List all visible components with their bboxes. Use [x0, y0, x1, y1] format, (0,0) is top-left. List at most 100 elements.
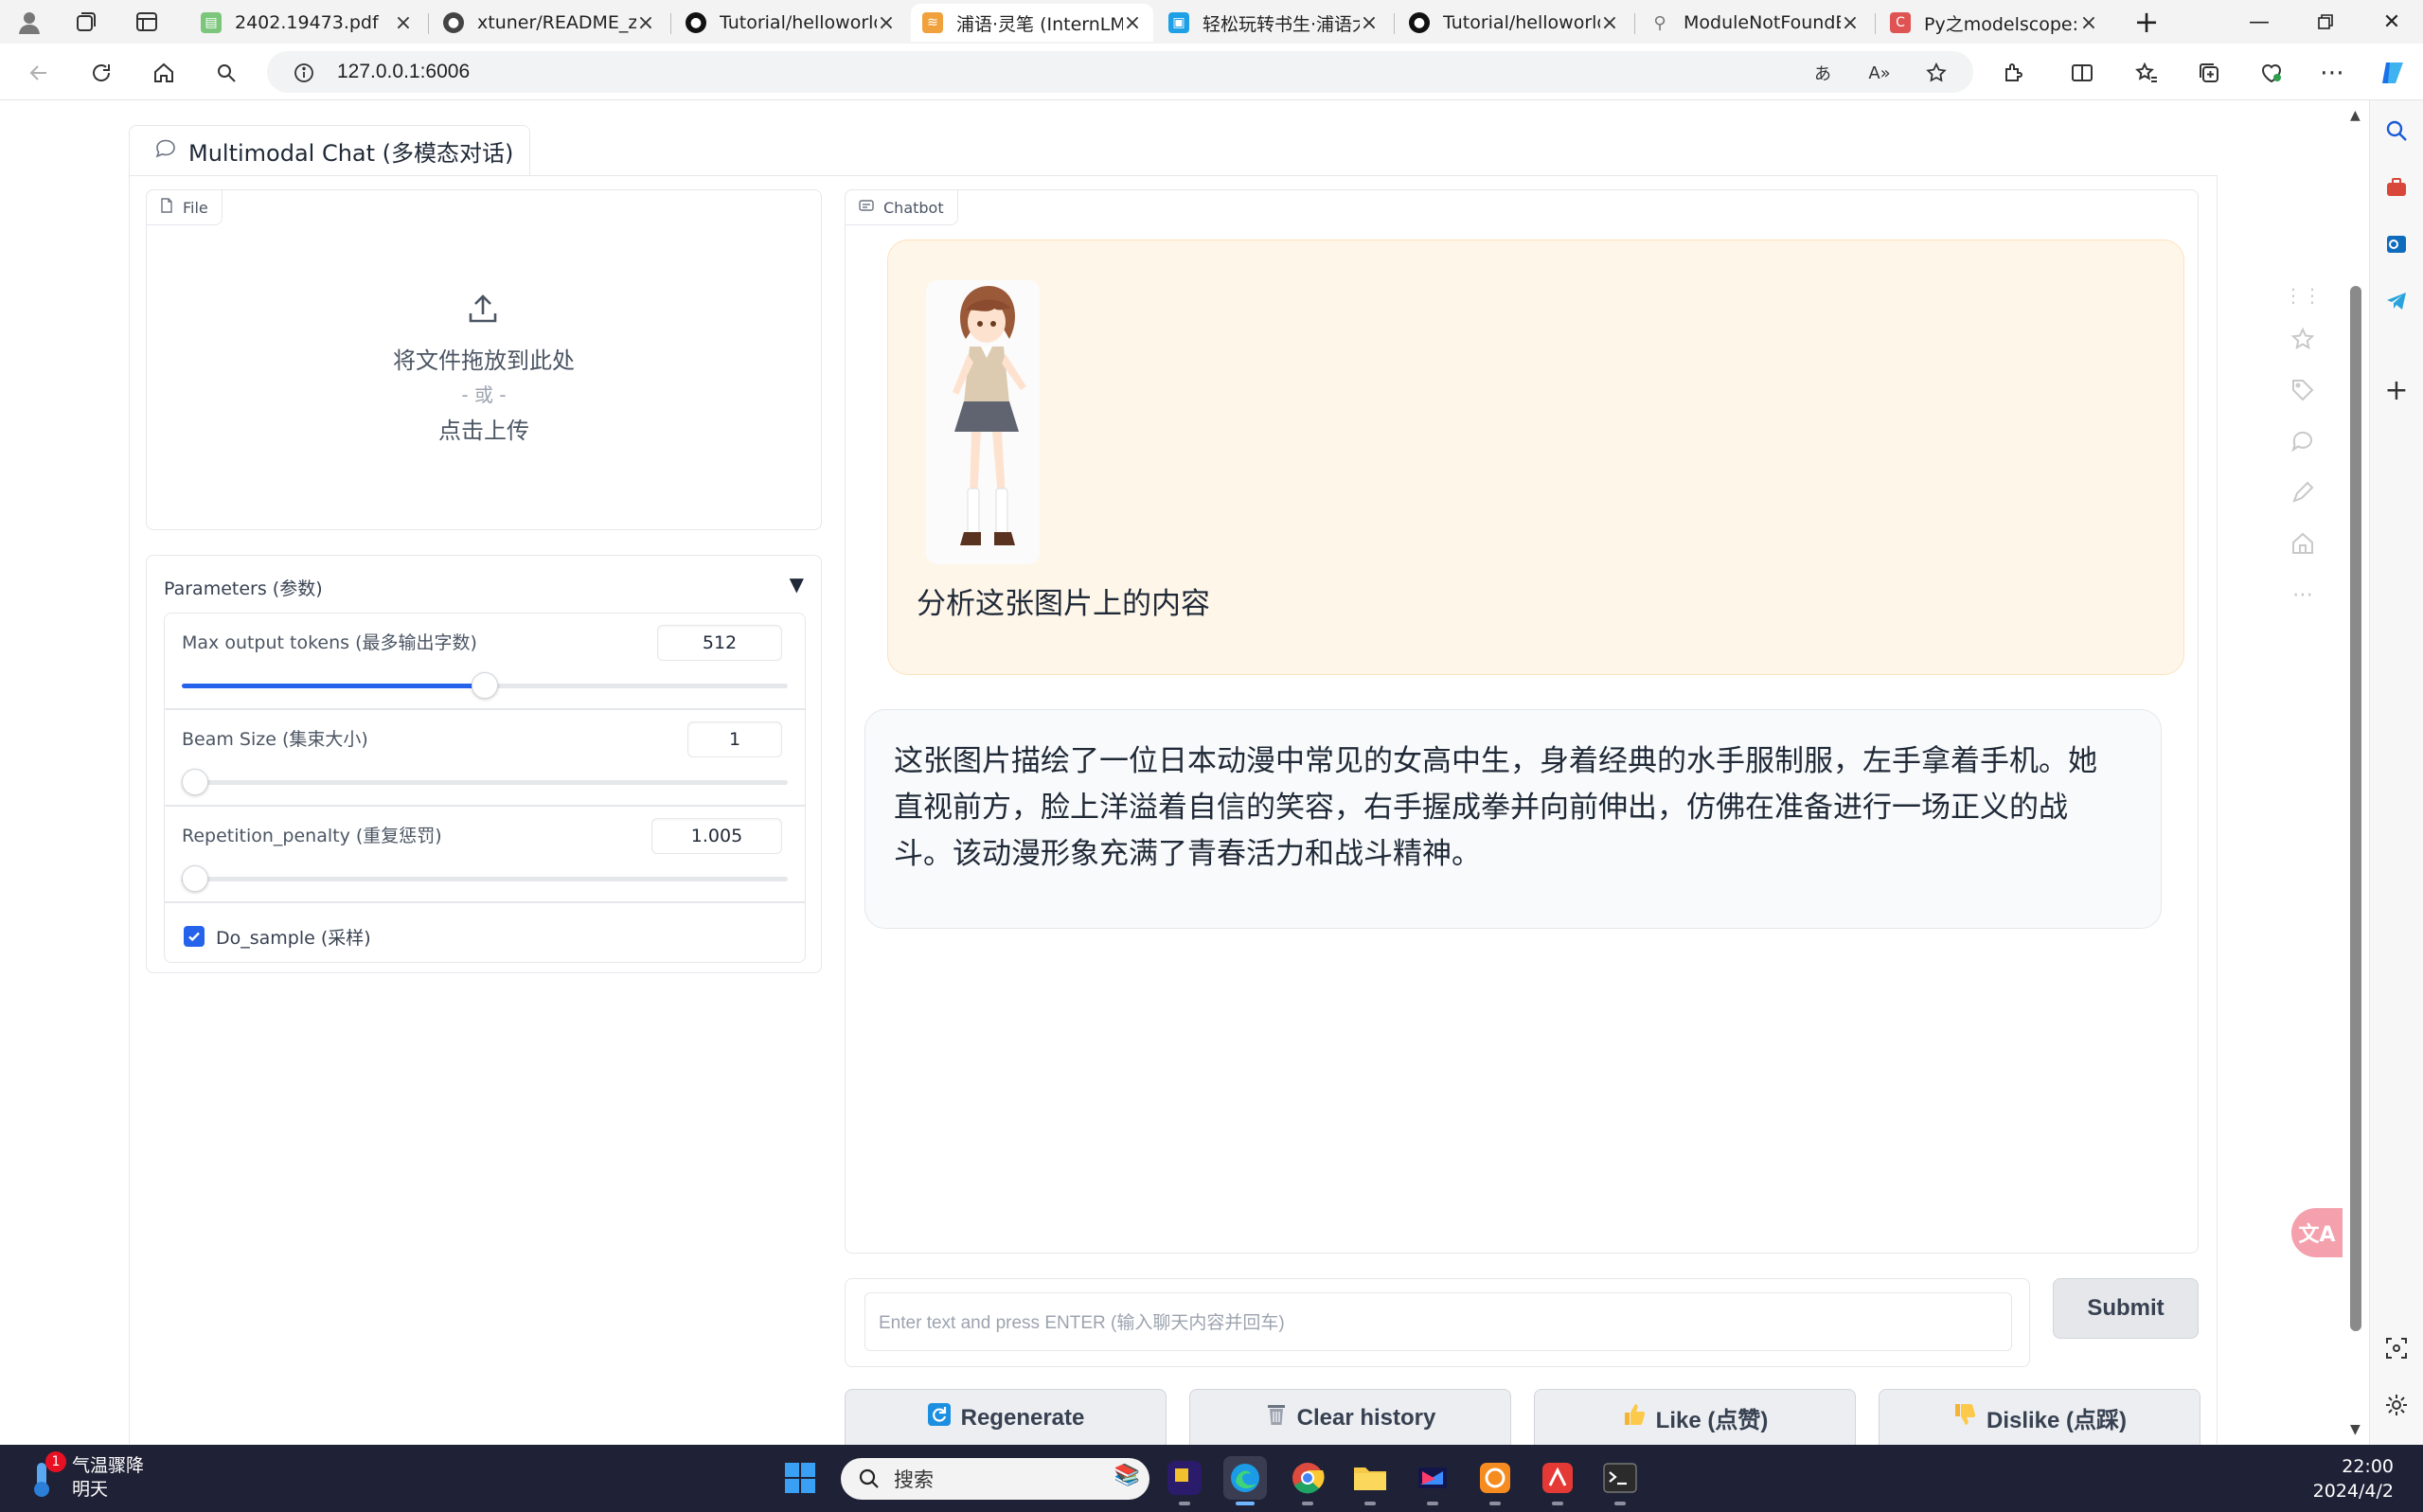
scroll-down-icon[interactable]: ▼ [2350, 1422, 2361, 1437]
pdf-icon: ▤ [201, 12, 222, 33]
telegram-icon[interactable] [2381, 286, 2412, 316]
uploaded-anime-image[interactable] [926, 280, 1040, 564]
submit-button[interactable]: Submit [2053, 1278, 2199, 1339]
taskbar-search-placeholder: 搜索 [894, 1468, 934, 1491]
tag-icon[interactable] [2288, 375, 2318, 405]
home-icon[interactable] [2288, 528, 2318, 559]
extensions-icon[interactable] [1998, 57, 2030, 89]
collapse-triangle-icon[interactable]: ▼ [790, 573, 804, 596]
dislike-button[interactable]: Dislike (点踩) [1879, 1389, 2200, 1446]
workspaces-icon[interactable] [72, 8, 100, 36]
info-icon[interactable] [290, 59, 318, 87]
beam-size-slider-thumb[interactable] [182, 769, 209, 795]
minimize-icon[interactable]: — [2231, 6, 2288, 38]
close-icon[interactable]: × [636, 11, 655, 35]
taskbar-clock[interactable]: 22:00 2024/4/2 [2289, 1454, 2394, 1503]
outlook-icon[interactable] [2381, 229, 2412, 259]
close-icon[interactable]: × [2079, 11, 2098, 35]
beam-size-input[interactable]: 1 [687, 721, 782, 757]
regenerate-button[interactable]: Regenerate [845, 1389, 1167, 1446]
favorite-star-icon[interactable] [1922, 59, 1951, 87]
collections-icon[interactable] [2193, 57, 2225, 89]
translate-icon[interactable]: あ [1808, 59, 1837, 87]
close-icon[interactable]: × [1360, 11, 1379, 35]
close-icon[interactable]: × [1123, 11, 1142, 35]
refresh-icon[interactable] [85, 57, 117, 89]
scroll-up-icon[interactable]: ▲ [2350, 108, 2361, 123]
app-icon-orange[interactable] [1473, 1456, 1517, 1505]
close-icon[interactable]: × [877, 11, 896, 35]
settings-gear-icon[interactable] [2381, 1390, 2412, 1420]
weather-widget[interactable]: 1 气温骤降 明天 [25, 1451, 144, 1502]
tab-tutorial-1[interactable]: ● Tutorial/helloworld/ × [674, 4, 907, 42]
tab-pdf[interactable]: ▤ 2402.19473.pdf × [189, 4, 424, 42]
profile-icon[interactable] [15, 8, 44, 36]
browser-essentials-icon[interactable] [2255, 57, 2288, 89]
repetition-penalty-label: Repetition_penalty (重复惩罚) [182, 826, 442, 846]
tab-actions-icon[interactable] [133, 8, 161, 36]
browser-tab-bar: ▤ 2402.19473.pdf × ● xtuner/README_zh × … [0, 0, 2423, 44]
tab-modulenotfound[interactable]: ⚲ ModuleNotFoundEr × [1638, 4, 1871, 42]
repetition-penalty-slider[interactable] [182, 865, 788, 892]
clear-history-button[interactable]: Clear history [1189, 1389, 1511, 1446]
app-icon-blue[interactable] [1411, 1456, 1454, 1505]
split-screen-icon[interactable] [2066, 57, 2098, 89]
close-icon[interactable]: × [1600, 11, 1619, 35]
like-button[interactable]: Like (点赞) [1534, 1389, 1856, 1446]
tab-xtuner[interactable]: ● xtuner/README_zh × [432, 4, 667, 42]
file-explorer-icon[interactable] [1348, 1456, 1392, 1505]
back-icon[interactable] [23, 57, 55, 89]
tab-internlm[interactable]: ≋ 浦语·灵笔 (InternLM × [911, 4, 1153, 42]
pen-icon[interactable] [2288, 477, 2318, 507]
repetition-penalty-slider-thumb[interactable] [182, 865, 209, 892]
edge-app-icon[interactable] [1223, 1456, 1267, 1505]
close-icon[interactable]: × [1841, 11, 1860, 35]
restore-icon[interactable] [2297, 6, 2354, 38]
translate-bubble-icon[interactable]: 文A [2291, 1208, 2343, 1257]
screenshot-icon[interactable] [2381, 1333, 2412, 1363]
file-upload-dropzone[interactable]: File 将文件拖放到此处 - 或 - 点击上传 [146, 189, 822, 530]
chat-input[interactable] [864, 1292, 2012, 1351]
favorites-icon[interactable] [2130, 57, 2163, 89]
add-icon[interactable]: + [2381, 374, 2412, 407]
upload-drop-text: 将文件拖放到此处 [393, 347, 575, 374]
beam-size-slider[interactable] [182, 769, 788, 795]
search-icon[interactable] [210, 57, 242, 89]
taskbar-search-box[interactable]: 搜索 📚 [841, 1458, 1149, 1500]
clock-time: 22:00 [2342, 1456, 2394, 1477]
new-tab-icon[interactable]: + [2132, 4, 2161, 40]
url-field[interactable]: 127.0.0.1:6006 あ A» [267, 51, 1973, 93]
copilot-icon[interactable] [2377, 57, 2409, 89]
parameters-title[interactable]: Parameters (参数) [164, 575, 323, 600]
url-text: 127.0.0.1:6006 [337, 61, 471, 82]
windows-start-icon[interactable] [778, 1456, 822, 1500]
more-icon[interactable]: ⋯ [2288, 579, 2318, 610]
close-window-icon[interactable]: ✕ [2363, 6, 2420, 38]
close-icon[interactable]: × [394, 11, 413, 35]
beam-size-label: Beam Size (集束大小) [182, 729, 368, 750]
grip-icon[interactable]: ⋮⋮ [2284, 280, 2322, 311]
max-tokens-slider[interactable] [182, 672, 788, 699]
app-icon-red[interactable] [1536, 1456, 1579, 1505]
max-tokens-input[interactable]: 512 [657, 625, 782, 661]
read-aloud-icon[interactable]: A» [1865, 59, 1894, 87]
comment-icon[interactable] [2288, 426, 2318, 456]
terminal-app-icon[interactable] [1598, 1456, 1642, 1505]
repetition-penalty-input[interactable]: 1.005 [651, 818, 782, 854]
premiere-app-icon[interactable] [1163, 1456, 1206, 1505]
search-icon[interactable] [2381, 116, 2412, 146]
chrome-app-icon[interactable] [1286, 1456, 1329, 1505]
page-scrollbar[interactable]: ▲ ▼ [2343, 100, 2369, 1445]
tab-multimodal-chat[interactable]: Multimodal Chat (多模态对话) [129, 125, 530, 176]
max-tokens-slider-thumb[interactable] [472, 672, 498, 699]
home-icon[interactable] [148, 57, 180, 89]
more-menu-icon[interactable]: ⋯ [2316, 57, 2348, 89]
do-sample-checkbox[interactable] [184, 926, 205, 947]
tools-briefcase-icon[interactable] [2381, 172, 2412, 203]
star-icon[interactable] [2288, 324, 2318, 354]
tab-modelscope[interactable]: C Py之modelscope: × [1879, 4, 2110, 42]
tab-bilibili[interactable]: ▣ 轻松玩转书生·浦语大 × [1157, 4, 1390, 42]
scroll-thumb[interactable] [2350, 286, 2361, 1331]
max-tokens-slider-block: Max output tokens (最多输出字数) 512 [164, 613, 806, 709]
tab-tutorial-2[interactable]: ● Tutorial/helloworld/ × [1398, 4, 1630, 42]
